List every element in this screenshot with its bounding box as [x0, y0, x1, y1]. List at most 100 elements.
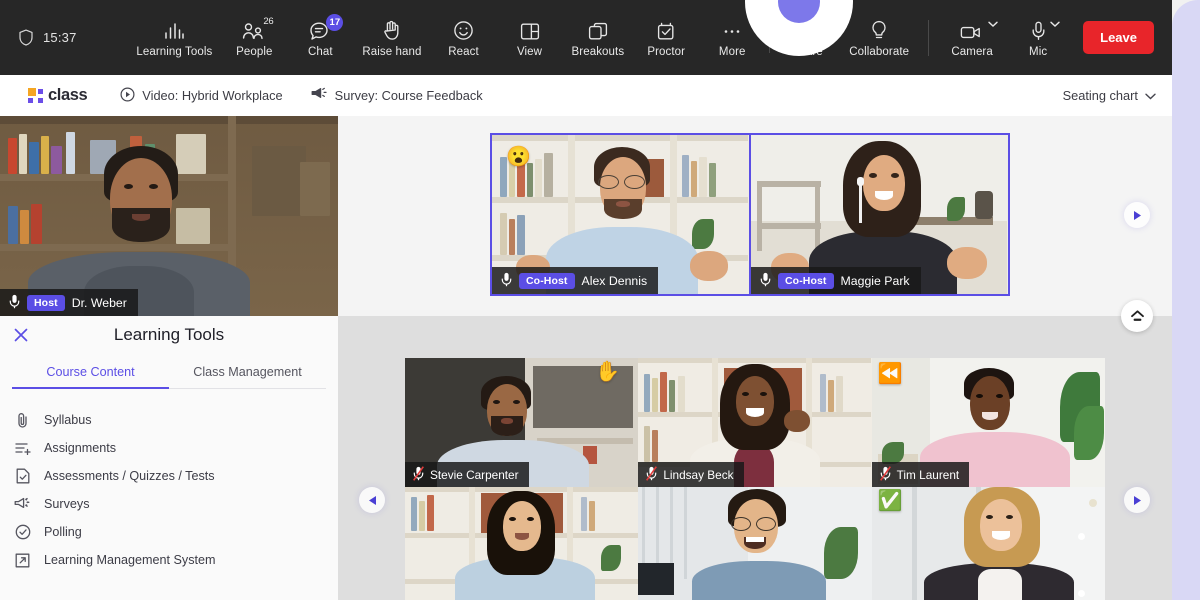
paperclip-icon [14, 412, 31, 428]
toolbar-label: More [718, 46, 746, 58]
featured-name-bar-2: Co-Host Maggie Park [751, 267, 921, 294]
leave-button[interactable]: Leave [1083, 21, 1154, 54]
class-logo-mark-icon [28, 88, 43, 103]
featured-tile-alex-dennis[interactable]: 😮 Co-Host Alex Dennis [492, 135, 749, 294]
learning-tools-item-assessments[interactable]: Assessments / Quizzes / Tests [0, 462, 338, 490]
participant-video-image [871, 487, 1105, 600]
participant-name-label: Stevie Carpenter [430, 467, 519, 482]
participant-name-label: Tim Laurent [896, 467, 960, 482]
toolbar-camera-button[interactable]: Camera [939, 17, 1005, 58]
reaction-emoji: ⏪ [877, 363, 903, 385]
toolbar-view-button[interactable]: View [497, 17, 563, 58]
toolbar-chat-button[interactable]: 17 Chat [287, 14, 353, 58]
host-name-label: Dr. Weber [71, 295, 127, 310]
toolbar-breakouts-button[interactable]: Breakouts [563, 17, 634, 58]
layout-icon [520, 19, 540, 41]
seating-chart-dropdown[interactable]: Seating chart [1063, 88, 1156, 103]
tab-course-content[interactable]: Course Content [12, 358, 169, 389]
participant-tile[interactable]: ⏪ Tim Laurent [871, 358, 1105, 487]
breakout-rooms-icon [588, 19, 608, 41]
toolbar-collaborate-button[interactable]: Collaborate [840, 17, 918, 58]
toolbar-label: View [516, 46, 543, 58]
featured-next-button[interactable] [1124, 202, 1150, 228]
participant-name-bar: Lindsay Beck [638, 462, 744, 487]
learning-tools-item-assignments[interactable]: Assignments [0, 434, 338, 462]
learning-tools-list: Syllabus Assignments Assessments / Quizz… [0, 406, 338, 574]
megaphone-icon [311, 87, 328, 104]
more-icon [722, 19, 742, 41]
toolbar-mic-button[interactable]: Mic [1005, 17, 1071, 58]
learning-tools-item-label: Assessments / Quizzes / Tests [44, 469, 215, 483]
toolbar-react-button[interactable]: React [431, 17, 497, 58]
microphone-icon [501, 272, 512, 290]
grid-page-dot[interactable] [1078, 590, 1085, 597]
toolbar-proctor-button[interactable]: Proctor [633, 17, 699, 58]
featured-name-bar-1: Co-Host Alex Dennis [492, 267, 659, 294]
tab-class-management[interactable]: Class Management [169, 358, 326, 388]
list-add-icon [14, 441, 31, 455]
subnav-item-survey[interactable]: Survey: Course Feedback [311, 87, 483, 104]
grid-next-button[interactable] [1124, 487, 1150, 513]
chevron-down-icon [1145, 88, 1156, 103]
microphone-icon [1031, 19, 1060, 41]
learning-tools-item-label: Learning Management System [44, 553, 216, 567]
participant-tile[interactable]: ✅ [871, 487, 1105, 600]
toolbar-label: People [236, 46, 273, 58]
collapse-stage-button[interactable] [1121, 300, 1153, 332]
toolbar-label: Proctor [647, 46, 686, 58]
learning-tools-item-syllabus[interactable]: Syllabus [0, 406, 338, 434]
participant-name-bar: Stevie Carpenter [405, 462, 529, 487]
class-meeting-app: Host Dr. Weber 😮 Co-Host Alex Dennis Co-… [0, 0, 1200, 600]
participant-tile[interactable]: ✋ Stevie Carpenter [405, 358, 639, 487]
host-video-tile[interactable]: Host Dr. Weber [0, 116, 338, 316]
toolbar-label: React [448, 46, 479, 58]
check-circle-icon [14, 524, 31, 540]
chevron-down-icon[interactable] [988, 21, 998, 28]
toolbar-learning-tools-button[interactable]: Learning Tools [127, 17, 221, 58]
learning-tools-tabs: Course Content Class Management [12, 358, 326, 389]
participant-name-label: Lindsay Beck [663, 467, 734, 482]
class-logo: class [0, 86, 88, 105]
close-icon[interactable] [12, 326, 30, 344]
toolbar-label: Raise hand [362, 46, 422, 58]
page-edge-strip [1172, 0, 1200, 600]
grid-prev-button[interactable] [359, 487, 385, 513]
microphone-icon [9, 294, 20, 312]
participant-tile[interactable] [638, 487, 872, 600]
grid-page-dot[interactable] [1078, 533, 1085, 540]
smiley-icon [453, 19, 474, 41]
chat-unread-badge: 17 [326, 14, 344, 31]
learning-tools-item-polling[interactable]: Polling [0, 518, 338, 546]
subnav-item-video[interactable]: Video: Hybrid Workplace [120, 86, 283, 105]
toolbar-label: Chat [307, 46, 333, 58]
learning-tools-title: Learning Tools [113, 325, 225, 344]
toolbar-divider [928, 19, 930, 56]
microphone-muted-icon [413, 465, 424, 484]
featured-name-label-1: Alex Dennis [581, 273, 648, 288]
learning-tools-item-lms[interactable]: Learning Management System [0, 546, 338, 574]
microphone-muted-icon [879, 465, 891, 484]
participant-video-image [638, 487, 872, 600]
play-right-icon [1133, 495, 1141, 505]
participant-tile[interactable]: Lindsay Beck [638, 358, 872, 487]
subnav-item-video-label: Video: Hybrid Workplace [142, 88, 283, 103]
megaphone-icon [14, 497, 31, 511]
featured-role-chip-2: Co-Host [778, 272, 834, 289]
collapse-up-icon [1130, 309, 1144, 321]
featured-tile-maggie-park[interactable]: Co-Host Maggie Park [749, 135, 1008, 294]
toolbar-raise-hand-button[interactable]: Raise hand [353, 17, 430, 58]
learning-tools-panel: Learning Tools Course Content Class Mana… [0, 316, 338, 600]
toolbar-label: Mic [1029, 46, 1048, 58]
featured-name-label-2: Maggie Park [840, 273, 910, 288]
toolbar-people-button[interactable]: 26 People [221, 16, 287, 58]
microphone-icon [760, 272, 771, 290]
hand-icon [382, 19, 402, 41]
class-logo-text: class [48, 86, 88, 104]
reaction-emoji: 😮 [506, 146, 531, 168]
meeting-clock: 15:37 [43, 30, 77, 45]
participant-video-image [405, 487, 639, 600]
people-count-badge: 26 [263, 16, 274, 27]
chevron-down-icon[interactable] [1049, 21, 1060, 28]
learning-tools-item-surveys[interactable]: Surveys [0, 490, 338, 518]
participant-tile[interactable] [405, 487, 639, 600]
